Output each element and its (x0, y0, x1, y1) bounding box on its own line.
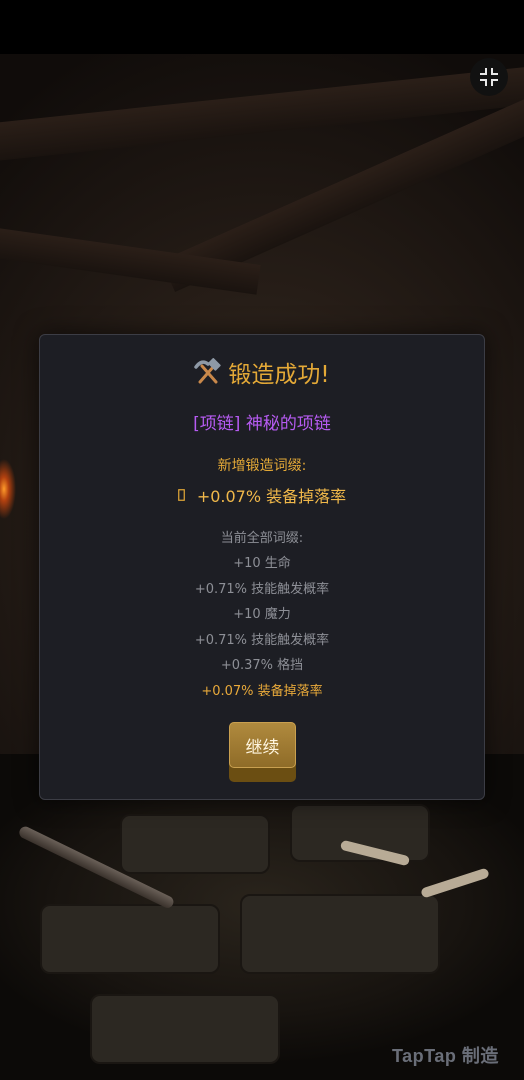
top-black-bar (0, 0, 524, 54)
torch-flame (0, 454, 16, 524)
exit-fullscreen-icon (480, 68, 498, 86)
taptap-watermark: TapTap 制造 (392, 1046, 499, 1066)
forge-success-dialog: 锻造成功! [项链] 神秘的项链 新增锻造词缀: +0.07% 装备掉落率 当前… (39, 334, 485, 800)
exit-fullscreen-button[interactable] (470, 58, 508, 96)
dialog-header: 锻造成功! (40, 355, 484, 389)
dialog-title: 锻造成功! (228, 362, 330, 388)
floor-tile (40, 904, 220, 974)
new-affix-row: +0.07% 装备掉落率 (40, 483, 484, 507)
hammer-pick-icon (194, 358, 222, 384)
new-affix-text: +0.07% 装备掉落率 (196, 487, 347, 506)
item-name: [项链] 神秘的项链 (193, 414, 331, 434)
affix-line-new: +0.07% 装备掉落率 (201, 683, 323, 699)
affix-line: +10 魔力 (233, 607, 291, 622)
floor-tile (120, 814, 270, 874)
current-affixes-heading: 当前全部词缀: (220, 531, 304, 546)
affix-line: +0.37% 格挡 (220, 658, 304, 673)
affix-line: +10 生命 (233, 556, 291, 571)
affix-line: +0.71% 技能触发概率 (194, 632, 330, 648)
floor-tile (240, 894, 440, 974)
current-affix-list: +10 生命 +0.71% 技能触发概率 +10 魔力 +0.71% 技能触发概… (40, 551, 484, 704)
continue-button[interactable]: 继续 (229, 722, 296, 782)
affix-line: +0.71% 技能触发概率 (194, 581, 330, 597)
continue-button-label: 继续 (229, 722, 296, 768)
new-affix-heading: 新增锻造词缀: (217, 458, 307, 474)
stone-floor (0, 754, 524, 1080)
missing-glyph-icon (177, 489, 185, 501)
floor-tile (90, 994, 280, 1064)
